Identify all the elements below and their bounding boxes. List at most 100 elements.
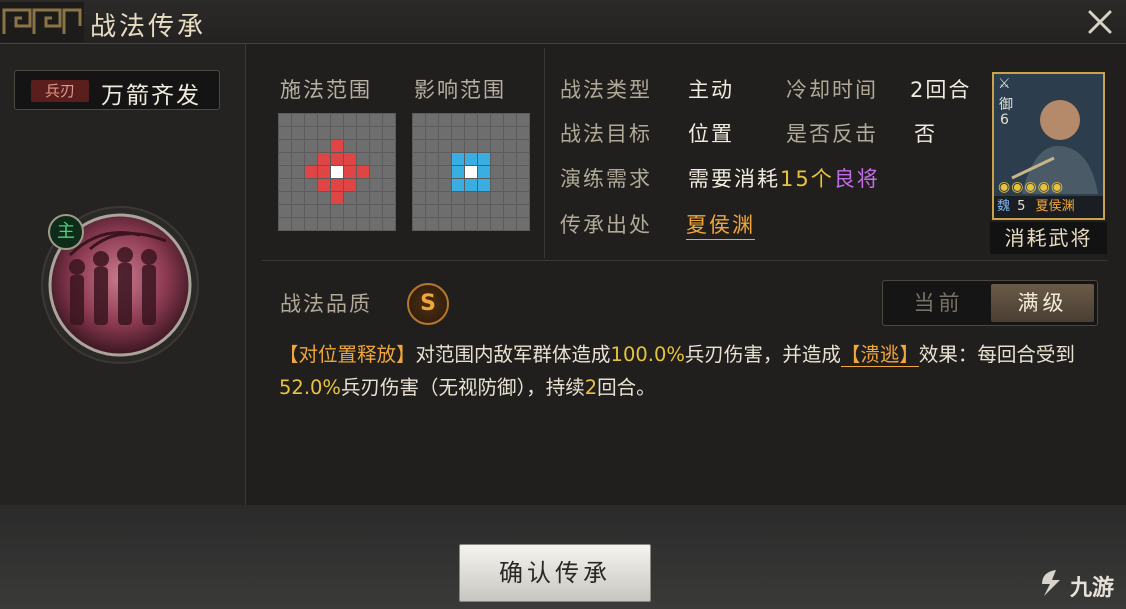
close-icon[interactable] — [1082, 4, 1118, 40]
practice-label: 演练需求 — [560, 167, 652, 191]
skill-name-label: 兵刃 万箭齐发 — [14, 70, 220, 110]
grid-cell — [517, 192, 529, 204]
grid-cell — [452, 205, 464, 217]
grid-cell — [491, 218, 503, 230]
grid-cell — [465, 140, 477, 152]
grid-cell — [439, 127, 451, 139]
grid-cell — [504, 218, 516, 230]
grid-cell — [465, 218, 477, 230]
skill-target-value: 位置 — [688, 122, 734, 146]
grid-cell — [517, 114, 529, 126]
grid-cell — [439, 114, 451, 126]
grid-cell — [292, 179, 304, 191]
grid-cell — [491, 127, 503, 139]
grid-range-cell — [331, 179, 343, 191]
grid-cell — [439, 218, 451, 230]
grid-cell — [478, 192, 490, 204]
grid-cell — [413, 205, 425, 217]
grid-cell — [305, 205, 317, 217]
general-level: 5 — [1017, 199, 1026, 214]
grid-cell — [465, 192, 477, 204]
toggle-max-level[interactable]: 满级 — [991, 284, 1094, 322]
grid-cell — [318, 205, 330, 217]
grid-cell — [331, 114, 343, 126]
title-bar: 战法传承 — [0, 0, 1126, 44]
grid-cell — [426, 114, 438, 126]
grid-cell — [413, 218, 425, 230]
quality-label: 战法品质 — [280, 292, 372, 316]
grid-cell — [357, 218, 369, 230]
grid-range-cell — [478, 153, 490, 165]
grid-cell — [439, 166, 451, 178]
practice-item: 良将 — [833, 167, 880, 191]
grid-range-cell — [344, 179, 356, 191]
grid-cell — [504, 179, 516, 191]
desc-text: 效果：每回合受到 — [918, 343, 1075, 366]
grid-cell — [383, 166, 395, 178]
grid-range-cell — [452, 166, 464, 178]
effect-range-label: 影响范围 — [414, 78, 506, 102]
grid-cell — [413, 166, 425, 178]
grid-range-cell — [452, 153, 464, 165]
star-rating: ◉◉◉◉◉ — [998, 179, 1065, 195]
skill-type-label: 战法类型 — [560, 78, 652, 102]
grid-cell — [452, 192, 464, 204]
grid-cell — [491, 114, 503, 126]
grid-cell — [292, 114, 304, 126]
grid-cell — [517, 166, 529, 178]
grid-cell — [305, 218, 317, 230]
grid-range-cell — [478, 166, 490, 178]
grid-cell — [292, 153, 304, 165]
grid-cell — [413, 153, 425, 165]
grid-cell — [478, 218, 490, 230]
grid-cell — [370, 218, 382, 230]
practice-value: 需要消耗15个良将 — [688, 163, 880, 193]
grid-cell — [426, 153, 438, 165]
grid-cell — [279, 140, 291, 152]
grid-cell — [279, 127, 291, 139]
divider — [544, 48, 545, 258]
toggle-current[interactable]: 当前 — [887, 284, 990, 322]
grid-cell — [305, 114, 317, 126]
cast-range-grid — [278, 113, 396, 231]
grid-cell — [426, 179, 438, 191]
grid-range-cell — [465, 153, 477, 165]
desc-duration: 2 — [584, 376, 598, 399]
grid-range-cell — [344, 153, 356, 165]
grid-cell — [504, 127, 516, 139]
grid-cell — [491, 140, 503, 152]
general-info-bar: 魏 5 夏侯渊 — [994, 196, 1103, 218]
grid-cell — [452, 127, 464, 139]
grid-cell — [452, 218, 464, 230]
desc-status-link[interactable]: 【溃逃】 — [840, 343, 919, 367]
grid-cell — [504, 153, 516, 165]
grid-range-cell — [344, 166, 356, 178]
grid-cell — [318, 140, 330, 152]
grid-cell — [370, 205, 382, 217]
confirm-inherit-button[interactable]: 确认传承 — [459, 544, 651, 602]
desc-dot-rate: 52.0% — [279, 376, 341, 399]
desc-tag-release: 【对位置释放】 — [279, 343, 416, 366]
grid-cell — [370, 153, 382, 165]
grid-cell — [504, 205, 516, 217]
grid-cell — [413, 114, 425, 126]
skill-target-label: 战法目标 — [560, 122, 652, 146]
skill-type-tag: 兵刃 — [31, 80, 89, 102]
quality-grade-badge: S — [407, 283, 449, 325]
grid-cell — [413, 179, 425, 191]
grid-cell — [305, 179, 317, 191]
grid-cell — [452, 114, 464, 126]
grid-cell — [318, 192, 330, 204]
desc-text: 兵刃伤害（无视防御），持续 — [340, 376, 585, 399]
general-card[interactable]: ⚔ 御 6 ◉◉◉◉◉ 魏 5 夏侯渊 — [992, 72, 1105, 220]
practice-prefix: 需要消耗 — [688, 167, 780, 191]
grid-cell — [370, 114, 382, 126]
grid-cell — [370, 140, 382, 152]
grid-cell — [517, 127, 529, 139]
grid-cell — [491, 153, 503, 165]
grid-cell — [426, 166, 438, 178]
grid-cell — [383, 127, 395, 139]
source-general-link[interactable]: 夏侯渊 — [686, 209, 755, 240]
grid-cell — [383, 218, 395, 230]
grid-cell — [305, 127, 317, 139]
